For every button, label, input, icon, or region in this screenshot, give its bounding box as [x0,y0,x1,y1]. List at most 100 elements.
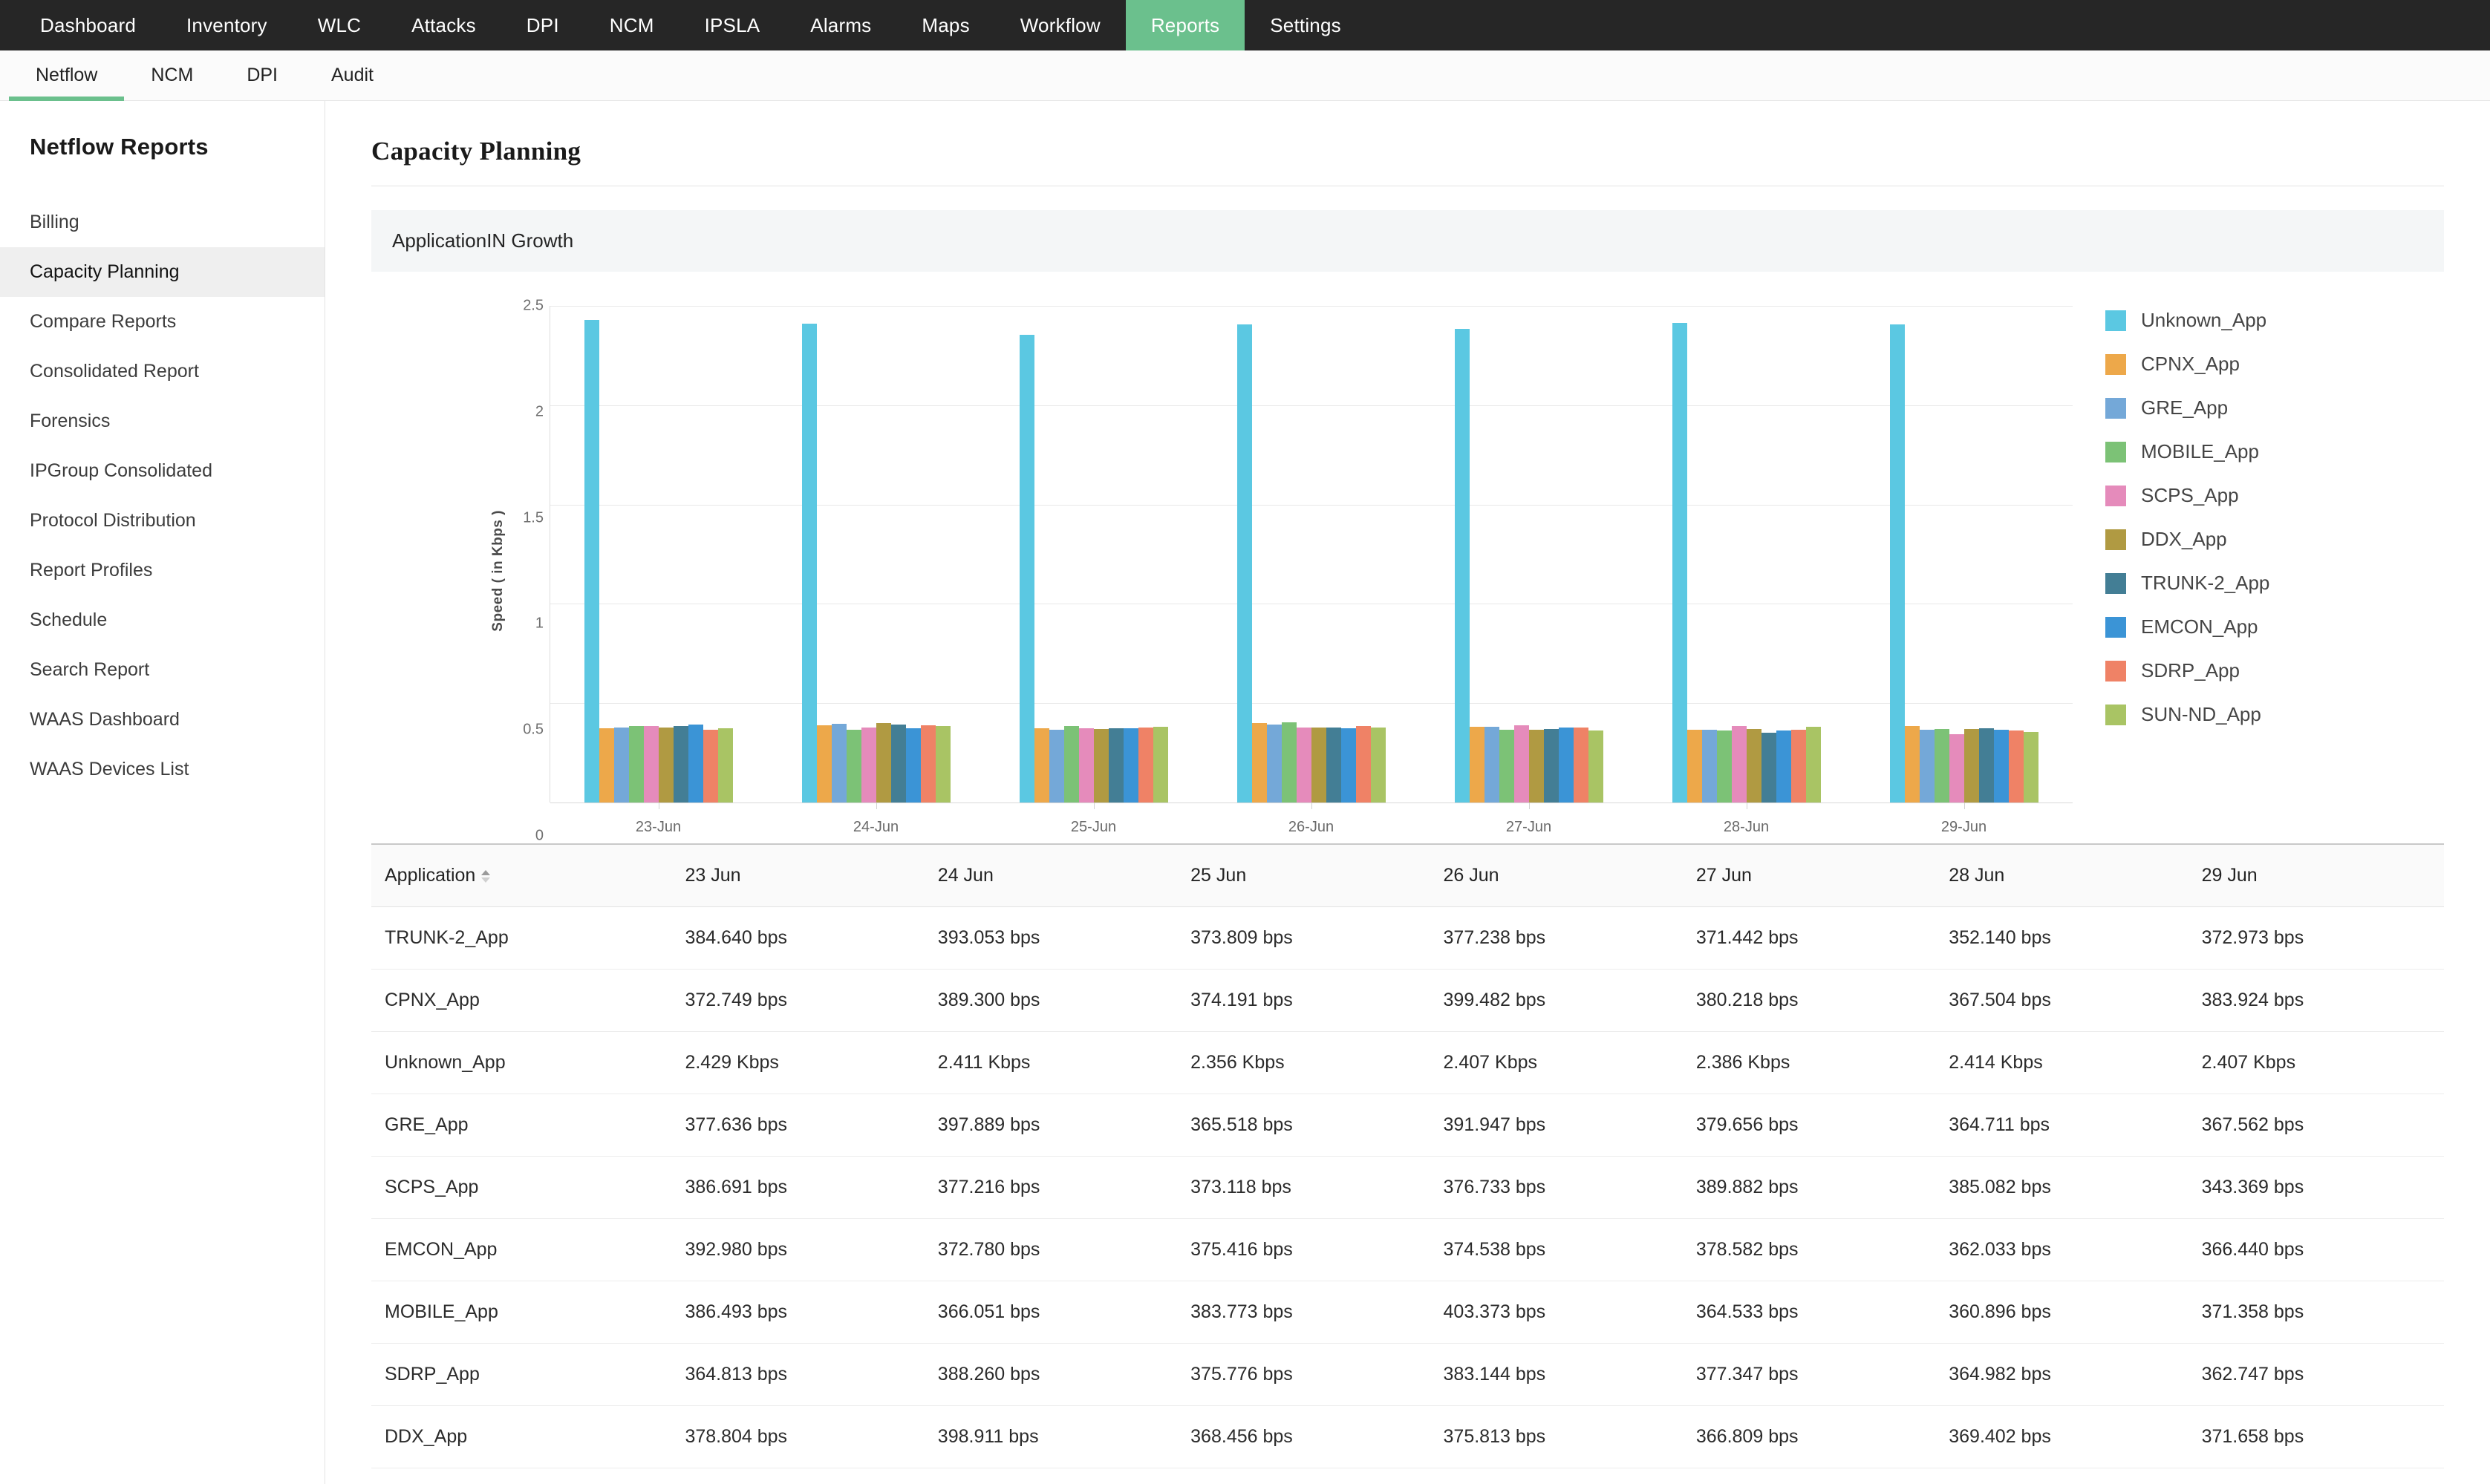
bar-cpnx_app[interactable] [1034,728,1050,803]
table-column-header-28-jun[interactable]: 28 Jun [1938,843,2191,907]
sidebar-item-schedule[interactable]: Schedule [0,595,325,645]
bar-cpnx_app[interactable] [1686,729,1702,803]
table-column-header-24-jun[interactable]: 24 Jun [927,843,1181,907]
subnav-item-audit[interactable]: Audit [304,50,400,100]
topnav-item-alarms[interactable]: Alarms [785,0,896,50]
bar-cpnx_app[interactable] [599,728,615,803]
bar-ddx_app[interactable] [876,723,892,803]
topnav-item-inventory[interactable]: Inventory [161,0,293,50]
bar-mobile_app[interactable] [1716,730,1732,803]
subnav-item-netflow[interactable]: Netflow [9,50,125,101]
bar-gre_app[interactable] [1701,730,1717,803]
bar-emcon_app[interactable] [1124,728,1139,803]
sidebar-item-waas-dashboard[interactable]: WAAS Dashboard [0,695,325,745]
legend-item-unknown_app[interactable]: Unknown_App [2105,309,2444,332]
legend-item-cpnx_app[interactable]: CPNX_App [2105,353,2444,376]
bar-sdrp_app[interactable] [921,725,936,803]
bar-ddx_app[interactable] [1094,729,1109,803]
bar-unknown_app[interactable] [1889,324,1905,803]
bar-scps_app[interactable] [1513,725,1529,803]
bar-mobile_app[interactable] [1064,726,1080,803]
bar-emcon_app[interactable] [1558,727,1574,803]
bar-trunk-2_app[interactable] [1109,728,1124,803]
bar-sun-nd_app[interactable] [718,728,734,803]
bar-trunk-2_app[interactable] [1543,728,1559,803]
bar-gre_app[interactable] [614,727,630,803]
legend-item-sun-nd_app[interactable]: SUN-ND_App [2105,703,2444,726]
legend-item-gre_app[interactable]: GRE_App [2105,396,2444,419]
legend-item-trunk-2_app[interactable]: TRUNK-2_App [2105,572,2444,595]
bar-trunk-2_app[interactable] [891,724,907,803]
legend-item-scps_app[interactable]: SCPS_App [2105,484,2444,507]
bar-unknown_app[interactable] [1237,324,1252,803]
sidebar-item-protocol-distribution[interactable]: Protocol Distribution [0,496,325,546]
bar-sun-nd_app[interactable] [936,725,951,803]
bar-unknown_app[interactable] [802,323,818,803]
bar-gre_app[interactable] [1484,727,1499,803]
bar-ddx_app[interactable] [659,727,674,803]
bar-ddx_app[interactable] [1746,729,1761,803]
table-column-header-29-jun[interactable]: 29 Jun [2191,843,2444,907]
sidebar-item-capacity-planning[interactable]: Capacity Planning [0,247,325,297]
legend-item-sdrp_app[interactable]: SDRP_App [2105,659,2444,682]
table-column-header-25-jun[interactable]: 25 Jun [1180,843,1433,907]
bar-unknown_app[interactable] [584,320,600,803]
bar-sun-nd_app[interactable] [1153,726,1169,803]
bar-sdrp_app[interactable] [703,730,719,803]
topnav-item-ipsla[interactable]: IPSLA [679,0,786,50]
bar-trunk-2_app[interactable] [1978,728,1994,803]
bar-emcon_app[interactable] [1341,728,1356,803]
bar-sun-nd_app[interactable] [2023,732,2038,803]
bar-trunk-2_app[interactable] [674,726,689,803]
bar-sdrp_app[interactable] [1138,728,1154,803]
table-column-header-27-jun[interactable]: 27 Jun [1685,843,1939,907]
bar-cpnx_app[interactable] [1252,723,1267,803]
legend-item-mobile_app[interactable]: MOBILE_App [2105,440,2444,463]
sidebar-item-ipgroup-consolidated[interactable]: IPGroup Consolidated [0,446,325,496]
bar-sdrp_app[interactable] [2008,730,2024,803]
sidebar-item-search-report[interactable]: Search Report [0,645,325,695]
bar-cpnx_app[interactable] [1904,726,1920,803]
sort-ascending-icon[interactable] [481,869,491,883]
bar-mobile_app[interactable] [629,725,645,803]
bar-scps_app[interactable] [644,725,659,803]
bar-scps_app[interactable] [1297,728,1311,803]
bar-scps_app[interactable] [1949,734,1964,803]
table-column-header-application[interactable]: Application [371,843,675,907]
bar-sdrp_app[interactable] [1356,726,1371,803]
bar-scps_app[interactable] [861,728,877,803]
bar-sdrp_app[interactable] [1573,728,1588,803]
topnav-item-maps[interactable]: Maps [896,0,994,50]
bar-sdrp_app[interactable] [1790,730,1806,803]
sidebar-item-waas-devices-list[interactable]: WAAS Devices List [0,745,325,794]
topnav-item-dpi[interactable]: DPI [501,0,584,50]
bar-scps_app[interactable] [1731,725,1747,803]
bar-ddx_app[interactable] [1311,728,1326,803]
bar-ddx_app[interactable] [1528,729,1544,803]
bar-ddx_app[interactable] [1963,728,1979,803]
bar-trunk-2_app[interactable] [1326,728,1341,803]
bar-emcon_app[interactable] [688,724,704,803]
bar-mobile_app[interactable] [1934,728,1949,803]
sidebar-item-forensics[interactable]: Forensics [0,396,325,446]
subnav-item-dpi[interactable]: DPI [220,50,304,100]
topnav-item-dashboard[interactable]: Dashboard [15,0,161,50]
bar-unknown_app[interactable] [1672,323,1687,803]
bar-scps_app[interactable] [1079,728,1095,803]
bar-unknown_app[interactable] [1020,334,1035,803]
bar-gre_app[interactable] [832,723,847,803]
bar-mobile_app[interactable] [1499,730,1514,803]
bar-unknown_app[interactable] [1454,328,1470,803]
bar-sun-nd_app[interactable] [1588,730,1603,803]
legend-item-emcon_app[interactable]: EMCON_App [2105,615,2444,638]
table-column-header-26-jun[interactable]: 26 Jun [1433,843,1686,907]
bar-emcon_app[interactable] [1993,729,2009,803]
table-column-header-23-jun[interactable]: 23 Jun [674,843,928,907]
topnav-item-ncm[interactable]: NCM [584,0,679,50]
topnav-item-reports[interactable]: Reports [1125,0,1245,50]
subnav-item-ncm[interactable]: NCM [124,50,220,100]
sidebar-item-compare-reports[interactable]: Compare Reports [0,297,325,347]
bar-gre_app[interactable] [1919,729,1935,803]
bar-mobile_app[interactable] [847,730,862,803]
topnav-item-wlc[interactable]: WLC [293,0,386,50]
